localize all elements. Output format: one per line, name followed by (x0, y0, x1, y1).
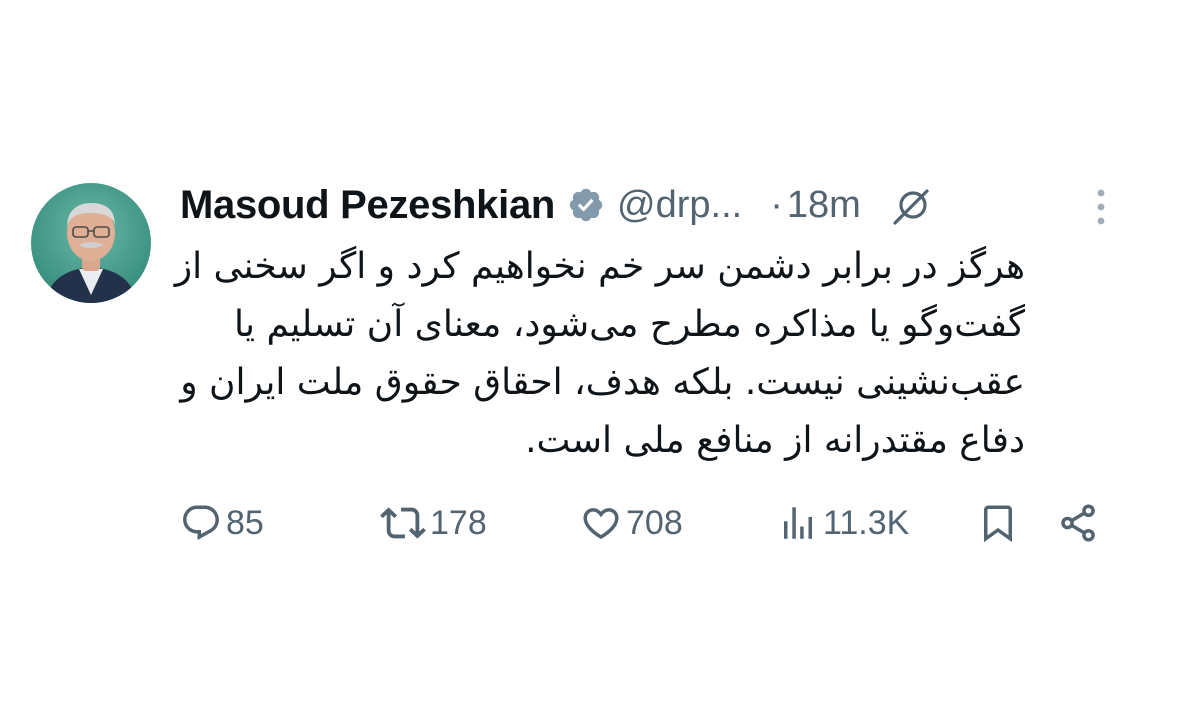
tweet[interactable]: Masoud Pezeshkian @drp... · 18m هرگز در … (0, 0, 1181, 705)
retweet-count: 178 (430, 503, 487, 542)
display-name[interactable]: Masoud Pezeshkian (180, 183, 555, 228)
tweet-header: Masoud Pezeshkian @drp... · 18m (180, 177, 1060, 233)
retweet-button[interactable]: 178 (380, 495, 487, 551)
bookmark-button[interactable] (977, 495, 1019, 551)
views-icon (784, 507, 812, 539)
like-button[interactable]: 708 (580, 495, 683, 551)
tweet-text-line: عقب‌نشینی نیست. بلکه هدف، احقاق حقوق ملت… (180, 362, 1025, 403)
more-vertical-icon[interactable] (1091, 187, 1111, 227)
user-handle[interactable]: @drp... (617, 184, 742, 227)
action-bar: 85 178 708 11.3K (0, 495, 1181, 551)
reply-icon (183, 505, 219, 540)
like-count: 708 (626, 503, 683, 542)
timestamp[interactable]: 18m (787, 184, 861, 227)
tweet-text-line: دفاع مقتدرانه از منافع ملی است. (525, 420, 1025, 461)
heart-icon (583, 508, 619, 540)
separator-dot: · (770, 183, 783, 226)
tweet-text: هرگز در برابر دشمن سر خم نخواهیم کرد و ا… (174, 238, 1025, 470)
views-count: 11.3K (823, 503, 910, 542)
verified-badge-icon (567, 186, 605, 224)
tweet-text-line: هرگز در برابر دشمن سر خم نخواهیم کرد و ا… (174, 246, 1025, 287)
share-icon (1061, 504, 1095, 542)
share-button[interactable] (1057, 495, 1099, 551)
reply-button[interactable]: 85 (180, 495, 264, 551)
reply-count: 85 (226, 503, 264, 542)
grok-icon[interactable] (891, 183, 935, 227)
avatar-image (31, 183, 151, 303)
tweet-text-line: گفت‌وگو یا مذاکره مطرح می‌شود، معنای آن … (234, 304, 1025, 345)
retweet-icon (380, 507, 426, 539)
avatar[interactable] (31, 183, 151, 303)
views-button[interactable]: 11.3K (777, 495, 909, 551)
bookmark-icon (984, 505, 1012, 543)
